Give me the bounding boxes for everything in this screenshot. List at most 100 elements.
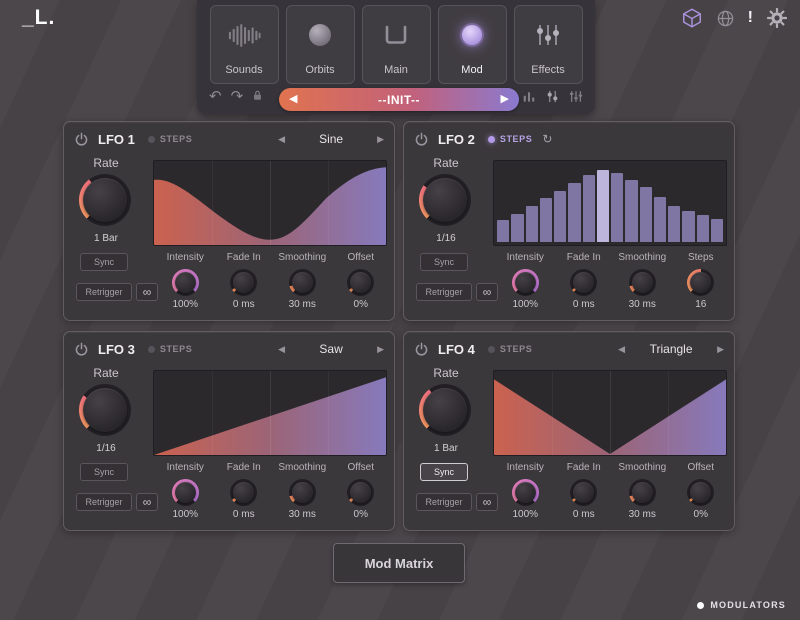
retrigger-button[interactable]: Retrigger <box>416 283 472 301</box>
loop-infinity-icon[interactable]: ∞ <box>136 493 158 511</box>
sync-button[interactable]: Sync <box>80 253 128 271</box>
smoothing-knob[interactable] <box>289 479 316 506</box>
steps-toggle[interactable]: STEPS <box>148 134 193 144</box>
step-bar[interactable] <box>682 211 694 242</box>
step-bar[interactable] <box>640 187 652 242</box>
power-icon[interactable] <box>414 341 430 357</box>
retrigger-button[interactable]: Retrigger <box>76 493 132 511</box>
fadein-knob-group: Fade In 0 ms <box>215 252 274 318</box>
tab-label: Effects <box>531 64 564 76</box>
fadein-knob[interactable] <box>570 479 597 506</box>
step-bar[interactable] <box>568 183 580 242</box>
offset-knob[interactable] <box>347 269 374 296</box>
lock-icon[interactable] <box>252 89 263 104</box>
rate-knob[interactable] <box>79 384 131 436</box>
wave-prev-icon[interactable]: ◀ <box>618 345 625 354</box>
retrigger-button[interactable]: Retrigger <box>416 493 472 511</box>
rate-label: Rate <box>418 366 474 380</box>
preset-name[interactable]: --INIT-- <box>378 93 420 107</box>
step-bar[interactable] <box>526 206 538 242</box>
step-bar[interactable] <box>511 214 523 242</box>
grid-line <box>610 371 611 455</box>
mixer-sliders-icon[interactable] <box>546 90 559 106</box>
wave-next-icon[interactable]: ▶ <box>717 345 724 354</box>
step-bar[interactable] <box>611 173 623 242</box>
warning-icon[interactable]: ! <box>748 10 753 26</box>
knob-label: Smoothing <box>278 462 326 476</box>
steps-toggle[interactable]: STEPS <box>148 344 193 354</box>
preset-prev-button[interactable]: ◀ <box>289 94 297 105</box>
intensity-knob[interactable] <box>512 479 539 506</box>
wave-next-icon[interactable]: ▶ <box>377 345 384 354</box>
app-logo: _L. <box>22 6 55 30</box>
tab-sounds[interactable]: Sounds <box>210 5 279 84</box>
smoothing-knob[interactable] <box>629 479 656 506</box>
loop-infinity-icon[interactable]: ∞ <box>476 283 498 301</box>
wave-name: Sine <box>305 132 357 146</box>
loop-infinity-icon[interactable]: ∞ <box>136 283 158 301</box>
step-bar[interactable] <box>597 170 609 242</box>
intensity-knob[interactable] <box>172 269 199 296</box>
knob-value: 0 ms <box>573 509 595 520</box>
offset-knob[interactable] <box>347 479 374 506</box>
levels-icon[interactable] <box>522 90 536 106</box>
faders-icon[interactable] <box>569 90 583 106</box>
smoothing-knob[interactable] <box>629 269 656 296</box>
step-bar[interactable] <box>697 215 709 242</box>
power-icon[interactable] <box>74 131 90 147</box>
knob-label: Intensity <box>507 252 544 266</box>
steps-toggle[interactable]: STEPS <box>488 344 533 354</box>
wave-prev-icon[interactable]: ◀ <box>278 135 285 144</box>
step-bar[interactable] <box>554 191 566 242</box>
fadein-knob[interactable] <box>230 479 257 506</box>
cube-icon[interactable] <box>681 7 703 29</box>
sync-button[interactable]: Sync <box>420 253 468 271</box>
smoothing-knob[interactable] <box>289 269 316 296</box>
steps-knob[interactable] <box>687 269 714 296</box>
wave-next-icon[interactable]: ▶ <box>377 135 384 144</box>
mod-matrix-button[interactable]: Mod Matrix <box>333 543 465 583</box>
intensity-knob[interactable] <box>512 269 539 296</box>
sync-button[interactable]: Sync <box>420 463 468 481</box>
rate-knob[interactable] <box>79 174 131 226</box>
preset-next-button[interactable]: ▶ <box>501 94 509 105</box>
fadein-knob-group: Fade In 0 ms <box>555 252 614 318</box>
retrigger-button[interactable]: Retrigger <box>76 283 132 301</box>
step-bar[interactable] <box>654 197 666 242</box>
lfo-title: LFO 4 <box>438 342 475 357</box>
tab-main[interactable]: Main <box>362 5 431 84</box>
orbits-planet-icon <box>303 6 337 64</box>
gear-icon[interactable] <box>766 7 788 29</box>
wave-prev-icon[interactable]: ◀ <box>278 345 285 354</box>
sync-button[interactable]: Sync <box>80 463 128 481</box>
step-bar[interactable] <box>497 220 509 242</box>
power-icon[interactable] <box>74 341 90 357</box>
step-bar[interactable] <box>540 198 552 242</box>
knob-label: Offset <box>348 462 375 476</box>
loop-infinity-icon[interactable]: ∞ <box>476 493 498 511</box>
step-bar[interactable] <box>583 175 595 242</box>
refresh-icon[interactable]: ↻ <box>542 133 552 145</box>
tab-orbits[interactable]: Orbits <box>286 5 355 84</box>
waveform-display[interactable] <box>153 370 387 456</box>
mini-knob-row: Intensity 100% Fade In 0 ms Smoothing 30… <box>496 462 730 528</box>
undo-icon[interactable]: ↶ <box>209 89 222 104</box>
intensity-knob[interactable] <box>172 479 199 506</box>
offset-knob[interactable] <box>687 479 714 506</box>
power-icon[interactable] <box>414 131 430 147</box>
fadein-knob[interactable] <box>230 269 257 296</box>
rate-knob[interactable] <box>419 384 471 436</box>
step-bar[interactable] <box>668 206 680 242</box>
tab-effects[interactable]: Effects <box>514 5 583 84</box>
steps-toggle[interactable]: STEPS <box>488 134 533 144</box>
tab-mod[interactable]: Mod <box>438 5 507 84</box>
steps-display[interactable] <box>493 160 727 246</box>
step-bar[interactable] <box>711 219 723 242</box>
redo-icon[interactable]: ↷ <box>231 89 244 104</box>
rate-knob[interactable] <box>419 174 471 226</box>
fadein-knob[interactable] <box>570 269 597 296</box>
globe-icon[interactable] <box>716 9 735 28</box>
waveform-display[interactable] <box>493 370 727 456</box>
waveform-display[interactable] <box>153 160 387 246</box>
step-bar[interactable] <box>625 180 637 242</box>
